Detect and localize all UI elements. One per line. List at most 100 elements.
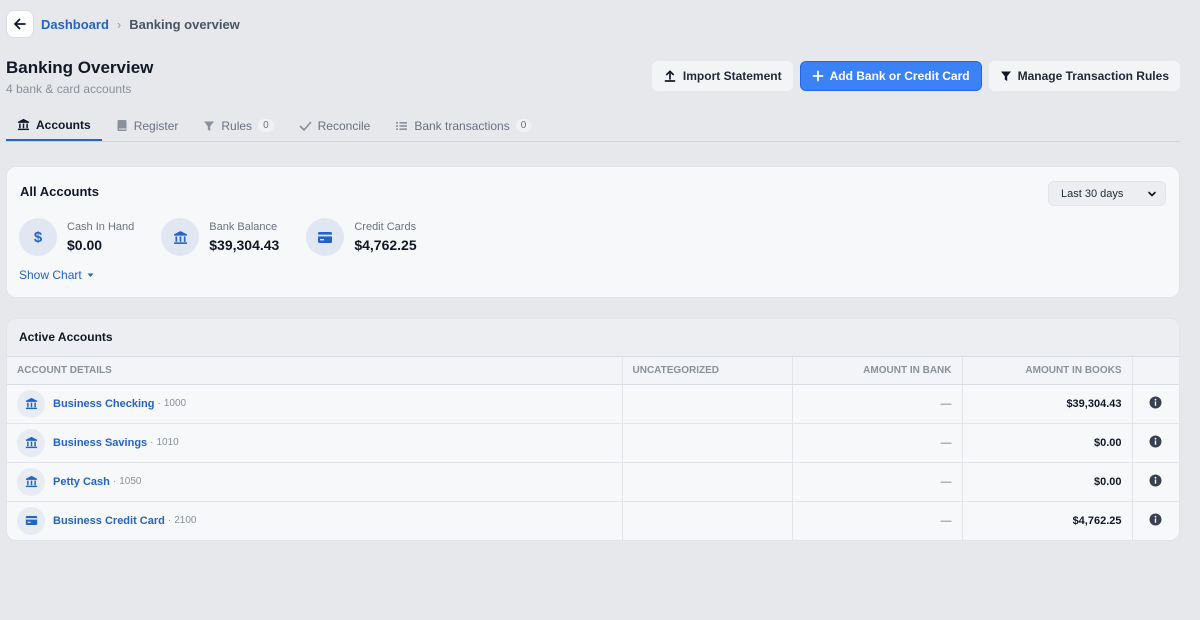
page-title: Banking Overview	[6, 58, 154, 77]
table-row[interactable]: Business Checking · 1000 — $39,304.43	[7, 384, 1179, 424]
account-number: 1050	[119, 476, 142, 487]
summary-cash-in-hand: $ Cash In Hand $0.00	[19, 218, 134, 256]
bank-icon	[161, 218, 200, 256]
tab-register[interactable]: Register	[105, 110, 190, 141]
breadcrumb-dashboard-link[interactable]: Dashboard	[41, 17, 109, 32]
info-cell	[1131, 423, 1179, 463]
period-select[interactable]: Last 30 days	[1048, 181, 1166, 206]
summary-row: $ Cash In Hand $0.00 Bank Balance $39,30…	[19, 218, 444, 256]
tab-rules-badge: 0	[258, 119, 274, 132]
account-details-cell: Business Savings · 1010	[7, 423, 622, 463]
bank-icon	[17, 118, 30, 131]
import-statement-button[interactable]: Import Statement	[651, 61, 793, 91]
amount-in-books-cell: $39,304.43	[961, 384, 1132, 424]
account-number: 1000	[163, 398, 187, 409]
summary-label: Credit Cards	[354, 221, 417, 233]
account-name-link[interactable]: Business Checking	[53, 398, 154, 410]
info-icon[interactable]	[1149, 435, 1162, 448]
account-details-cell: Petty Cash · 1050	[7, 462, 622, 502]
uncategorized-cell	[621, 423, 792, 463]
add-bank-label: Add Bank or Credit Card	[829, 69, 970, 83]
column-header-amount-in-bank: Amount in Bank	[791, 357, 962, 385]
account-separator: ·	[167, 515, 172, 527]
summary-label: Bank Balance	[209, 221, 278, 233]
amount-in-bank-cell: —	[791, 423, 962, 463]
dollar-icon: $	[19, 218, 57, 256]
manage-rules-button[interactable]: Manage Transaction Rules	[988, 61, 1180, 91]
tab-bar: Accounts Register Rules 0 Reconcile Bank…	[6, 110, 1180, 142]
tab-accounts[interactable]: Accounts	[6, 110, 102, 141]
account-name-link[interactable]: Business Credit Card	[53, 515, 165, 527]
breadcrumb-separator: ›	[116, 16, 122, 32]
account-details-cell: Business Credit Card · 2100	[7, 501, 622, 540]
filter-icon	[204, 121, 215, 131]
column-header-account-details: Account Details	[7, 357, 622, 385]
table-header-row: Account Details Uncategorized Amount in …	[7, 357, 1179, 385]
amount-in-bank-cell: —	[791, 384, 962, 424]
info-cell	[1131, 384, 1179, 424]
tab-reconcile[interactable]: Reconcile	[288, 110, 382, 141]
add-bank-button[interactable]: Add Bank or Credit Card	[799, 61, 982, 91]
all-accounts-card: All Accounts Last 30 days $ Cash In Hand…	[6, 166, 1180, 298]
summary-label: Cash In Hand	[67, 221, 135, 233]
uncategorized-cell	[621, 462, 792, 502]
credit-card-icon	[306, 218, 345, 256]
tab-bank-transactions-label: Bank transactions	[414, 118, 510, 133]
account-name-link[interactable]: Petty Cash	[53, 476, 110, 488]
tab-bank-transactions-badge: 0	[515, 119, 532, 132]
info-icon[interactable]	[1149, 396, 1162, 409]
info-cell	[1131, 501, 1179, 540]
amount-in-bank-cell: —	[791, 501, 962, 540]
summary-credit-cards: Credit Cards $4,762.25	[306, 218, 417, 256]
arrow-left-icon	[14, 18, 26, 30]
check-icon	[299, 121, 311, 131]
account-separator: ·	[157, 398, 161, 409]
info-icon[interactable]	[1149, 513, 1162, 526]
show-chart-label: Show Chart	[19, 268, 82, 282]
breadcrumb: Dashboard › Banking overview	[6, 10, 240, 38]
chevron-down-icon	[1148, 191, 1156, 196]
amount-in-books-cell: $4,762.25	[961, 501, 1132, 540]
info-cell	[1131, 462, 1179, 502]
import-statement-label: Import Statement	[682, 69, 782, 83]
tab-bank-transactions[interactable]: Bank transactions 0	[384, 110, 542, 141]
account-separator: ·	[150, 437, 154, 448]
info-icon[interactable]	[1149, 474, 1162, 487]
caret-down-icon	[87, 273, 94, 277]
book-icon	[117, 120, 127, 131]
back-button[interactable]	[6, 10, 34, 38]
bank-icon	[17, 467, 45, 496]
upload-icon	[664, 70, 676, 82]
uncategorized-cell	[621, 501, 792, 540]
account-name-link[interactable]: Business Savings	[53, 437, 147, 449]
tab-rules-label: Rules	[221, 118, 253, 133]
active-accounts-title: Active Accounts	[7, 319, 1179, 357]
list-icon	[396, 121, 408, 130]
period-select-value: Last 30 days	[1061, 187, 1124, 200]
summary-bank-balance: Bank Balance $39,304.43	[161, 218, 279, 256]
table-row[interactable]: Petty Cash · 1050 — $0.00	[7, 462, 1179, 502]
summary-value: $39,304.43	[209, 237, 280, 253]
tab-accounts-label: Accounts	[36, 117, 91, 132]
summary-value: $0.00	[67, 237, 103, 253]
credit-card-icon	[17, 506, 45, 535]
table-row[interactable]: Business Credit Card · 2100 — $4,762.25	[7, 501, 1179, 540]
uncategorized-cell	[621, 384, 792, 424]
svg-text:$: $	[34, 229, 43, 245]
accounts-table: Account Details Uncategorized Amount in …	[7, 357, 1179, 540]
tab-rules[interactable]: Rules 0	[192, 110, 284, 141]
filter-icon	[1000, 71, 1011, 81]
amount-in-books-cell: $0.00	[961, 462, 1132, 502]
account-separator: ·	[112, 476, 117, 487]
account-details-cell: Business Checking · 1000	[7, 384, 622, 424]
column-header-amount-in-books: Amount in Books	[961, 357, 1132, 385]
plus-icon	[812, 70, 823, 82]
bank-icon	[17, 389, 45, 418]
all-accounts-title: All Accounts	[20, 184, 99, 199]
breadcrumb-current: Banking overview	[129, 16, 240, 32]
amount-in-books-cell: $0.00	[961, 423, 1132, 463]
amount-in-bank-cell: —	[791, 462, 962, 502]
show-chart-toggle[interactable]: Show Chart	[19, 268, 94, 282]
table-row[interactable]: Business Savings · 1010 — $0.00	[7, 423, 1179, 463]
tab-register-label: Register	[133, 118, 179, 133]
